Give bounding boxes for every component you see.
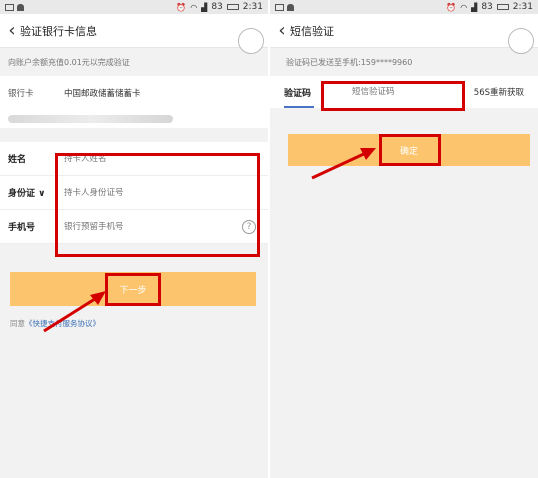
status-bar: ⏰ ◠ ▟ 83 2:31 <box>0 0 268 14</box>
bank-card-row: 银行卡 中国邮政储蓄储蓄卡 <box>0 76 268 110</box>
image-notification-icon <box>275 3 284 11</box>
sms-notice-text: 验证码已发送至手机:159****9960 <box>286 57 413 67</box>
battery-icon <box>226 4 239 10</box>
android-icon <box>287 3 294 11</box>
signal-icon: ▟ <box>201 2 208 12</box>
signal-icon: ▟ <box>471 2 478 12</box>
sms-verify-screen: ⏰ ◠ ▟ 83 2:31 ‹ 短信验证 验证码已发送至手机:159****99… <box>270 0 538 478</box>
back-arrow-icon[interactable]: ‹ <box>270 20 290 41</box>
nav-bar: ‹ 短信验证 <box>270 14 538 54</box>
card-number-row <box>0 110 268 128</box>
battery-level: 83 <box>211 2 223 12</box>
image-notification-icon <box>5 3 14 11</box>
battery-level: 83 <box>481 2 493 12</box>
alarm-icon: ⏰ <box>446 2 457 12</box>
pointer-arrow-icon <box>43 291 106 333</box>
highlight-box-confirm <box>379 134 441 166</box>
alarm-icon: ⏰ <box>176 2 187 12</box>
highlight-box-code <box>321 81 465 111</box>
resend-button[interactable]: 56S重新获取 <box>474 86 524 98</box>
bank-card-value: 中国邮政储蓄储蓄卡 <box>64 89 141 99</box>
page-title: 验证银行卡信息 <box>20 24 97 38</box>
code-underline <box>284 106 314 108</box>
clock: 2:31 <box>512 2 533 12</box>
clock: 2:31 <box>242 2 263 12</box>
floating-circle-button[interactable] <box>238 28 264 54</box>
page-title: 短信验证 <box>290 24 334 38</box>
wifi-icon: ◠ <box>460 2 468 12</box>
masked-card-number <box>8 115 173 123</box>
floating-circle-button[interactable] <box>508 28 534 54</box>
android-icon <box>17 3 24 11</box>
bank-card-label: 银行卡 <box>8 89 34 99</box>
pointer-arrow-icon <box>311 148 376 180</box>
battery-icon <box>496 4 509 10</box>
back-arrow-icon[interactable]: ‹ <box>0 20 20 41</box>
wifi-icon: ◠ <box>190 2 198 12</box>
highlight-box-next <box>105 273 161 306</box>
status-bar: ⏰ ◠ ▟ 83 2:31 <box>270 0 538 14</box>
agreement-prefix: 同意 <box>10 319 25 328</box>
nav-bar: ‹ 验证银行卡信息 <box>0 14 268 54</box>
highlight-box-form <box>55 153 260 257</box>
notice-text: 向账户余额充值0.01元以完成验证 <box>8 57 130 67</box>
